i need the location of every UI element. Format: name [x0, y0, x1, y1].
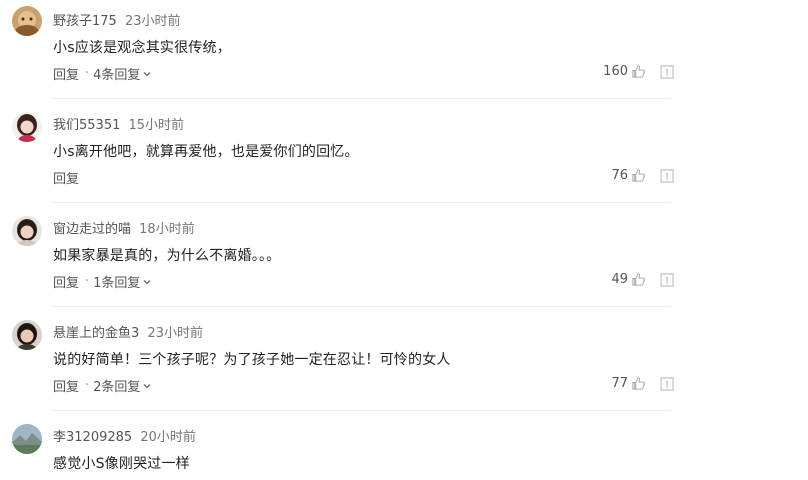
- comment-actions: 回复 · 2条回复: [53, 376, 152, 395]
- replies-count-label: 4条回复: [93, 68, 141, 83]
- view-replies-button[interactable]: 4条回复: [93, 64, 152, 83]
- avatar[interactable]: [12, 6, 42, 36]
- reply-button[interactable]: 回复: [53, 376, 79, 395]
- comment-text: 说的好简单！三个孩子呢？为了孩子她一定在忍让！可怜的女人: [53, 352, 451, 368]
- chevron-down-icon: [143, 71, 151, 76]
- reply-button[interactable]: 回复: [53, 168, 79, 187]
- thumbs-up-icon[interactable]: [631, 64, 646, 79]
- avatar[interactable]: [12, 112, 42, 142]
- report-icon[interactable]: [660, 168, 674, 183]
- comment-meta: 窗边走过的喵 18小时前: [53, 218, 195, 237]
- thumbs-up-icon[interactable]: [631, 272, 646, 287]
- comment-meta: 我们55351 15小时前: [53, 114, 184, 133]
- username[interactable]: 窗边走过的喵: [53, 222, 131, 237]
- divider: [53, 410, 671, 411]
- timestamp: 18小时前: [139, 222, 195, 237]
- avatar[interactable]: [12, 320, 42, 350]
- username[interactable]: 我们55351: [53, 118, 120, 133]
- report-icon[interactable]: [660, 376, 674, 391]
- comment-actions: 回复 · 4条回复: [53, 64, 152, 83]
- like-area: 160: [590, 64, 674, 79]
- comment-actions: 回复 · 1条回复: [53, 272, 152, 291]
- like-area: 77: [590, 376, 674, 391]
- comment-text: 如果家暴是真的，为什么不离婚。。。: [53, 248, 281, 264]
- comment-actions: 回复: [53, 168, 79, 187]
- chevron-down-icon: [143, 279, 151, 284]
- timestamp: 15小时前: [128, 118, 185, 133]
- comment-meta: 野孩子175 23小时前: [53, 10, 181, 29]
- separator-dot: ·: [85, 66, 90, 81]
- comment-text: 感觉小S像刚哭过一样: [53, 456, 190, 472]
- avatar[interactable]: [12, 424, 42, 454]
- report-icon[interactable]: [660, 272, 674, 287]
- like-count: 77: [611, 376, 628, 391]
- like-count: 49: [611, 272, 628, 287]
- comment-meta: 悬崖上的金鱼3 23小时前: [53, 322, 203, 341]
- reply-button[interactable]: 回复: [53, 272, 79, 291]
- like-count: 76: [611, 168, 628, 183]
- replies-count-label: 2条回复: [93, 380, 141, 395]
- timestamp: 20小时前: [140, 430, 196, 445]
- like-count: 160: [603, 64, 628, 79]
- comment-text: 小s应该是观念其实很传统，: [53, 40, 231, 56]
- view-replies-button[interactable]: 2条回复: [93, 376, 152, 395]
- like-area: 76: [590, 168, 674, 183]
- username[interactable]: 野孩子175: [53, 14, 117, 29]
- divider: [53, 98, 671, 99]
- timestamp: 23小时前: [124, 14, 181, 29]
- username[interactable]: 悬崖上的金鱼3: [53, 326, 139, 341]
- like-area: 49: [590, 272, 674, 287]
- username[interactable]: 李31209285: [53, 430, 132, 445]
- report-icon[interactable]: [660, 64, 674, 79]
- divider: [53, 306, 671, 307]
- avatar[interactable]: [12, 216, 42, 246]
- separator-dot: ·: [85, 274, 90, 289]
- comment-meta: 李31209285 20小时前: [53, 426, 196, 445]
- divider: [53, 202, 671, 203]
- view-replies-button[interactable]: 1条回复: [93, 272, 152, 291]
- replies-count-label: 1条回复: [93, 276, 141, 291]
- timestamp: 23小时前: [147, 326, 203, 341]
- reply-button[interactable]: 回复: [53, 64, 79, 83]
- chevron-down-icon: [143, 383, 151, 388]
- thumbs-up-icon[interactable]: [631, 376, 646, 391]
- thumbs-up-icon[interactable]: [631, 168, 646, 183]
- separator-dot: ·: [85, 378, 90, 393]
- comment-text: 小s离开他吧，就算再爱他，也是爱你们的回忆。: [53, 144, 359, 160]
